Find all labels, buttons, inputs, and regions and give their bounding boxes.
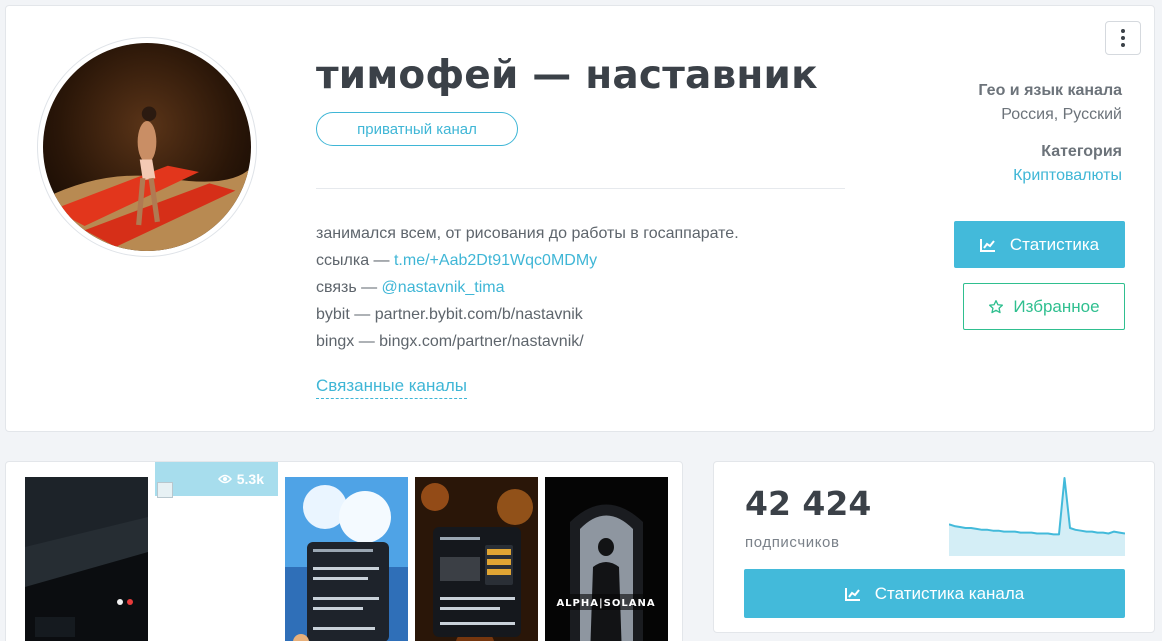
views-count: 5.3k [236, 471, 264, 487]
views-counter: 5.3k [155, 462, 278, 496]
subscribers-sparkline [949, 477, 1125, 556]
line-chart-icon [844, 587, 860, 601]
line-chart-icon [979, 238, 995, 252]
vertical-dots-icon [1121, 29, 1125, 47]
image-placeholder-icon [157, 482, 173, 498]
subscribers-card: 42 424 подписчиков Статистика канала [713, 461, 1155, 633]
channel-description: занимался всем, от рисования до работы в… [316, 220, 739, 355]
channel-meta: Гео и язык канала Россия, Русский Катего… [822, 82, 1122, 185]
description-line: ссылка — t.me/+Aab2Dt91Wqc0MDMy [316, 247, 739, 274]
favorite-button[interactable]: Избранное [963, 283, 1125, 330]
channel-title: тимофей — наставник [316, 53, 818, 98]
description-line: bybit — partner.bybit.com/b/nastavnik [316, 306, 583, 323]
star-outline-icon [989, 299, 1004, 313]
post-thumbnail[interactable] [415, 477, 538, 641]
channel-card: тимофей — наставник приватный канал зани… [5, 5, 1155, 432]
recent-posts-card: 5.3k ALPHA|SOLANA [5, 461, 683, 641]
favorite-button-label: Избранное [1013, 296, 1100, 316]
geo-label: Гео и язык канала [978, 82, 1122, 99]
more-menu-button[interactable] [1105, 21, 1141, 55]
eye-icon [217, 474, 232, 484]
geo-value: Россия, Русский [1001, 106, 1122, 123]
contact-prefix: связь — [316, 279, 382, 296]
contact-link[interactable]: @nastavnik_tima [382, 279, 505, 296]
description-line: связь — @nastavnik_tima [316, 274, 739, 301]
description-line: занимался всем, от рисования до работы в… [316, 225, 739, 242]
sparkline-line [949, 477, 1125, 536]
svg-text:ALPHA|SOLANA: ALPHA|SOLANA [556, 598, 655, 609]
avatar-image [43, 43, 251, 251]
subscribers-count: 42 424 [745, 484, 872, 523]
post-thumbnail[interactable] [25, 477, 148, 641]
category-label: Категория [1041, 143, 1122, 160]
category-link[interactable]: Криптовалюты [822, 167, 1122, 185]
post-thumbnail[interactable] [285, 477, 408, 641]
channel-avatar [37, 37, 257, 257]
link-prefix: ссылка — [316, 252, 394, 269]
channel-statistics-button-label: Статистика канала [874, 583, 1025, 603]
subscribers-label: подписчиков [745, 534, 840, 551]
post-thumbnail[interactable]: ALPHA|SOLANA [545, 477, 668, 641]
statistics-button[interactable]: Статистика [954, 221, 1125, 268]
related-channels-link[interactable]: Связанные каналы [316, 376, 467, 399]
sparkline-area [949, 478, 1125, 556]
divider [316, 188, 845, 189]
channel-statistics-button[interactable]: Статистика канала [744, 569, 1125, 618]
statistics-button-label: Статистика [1009, 234, 1100, 254]
invite-link[interactable]: t.me/+Aab2Dt91Wqc0MDMy [394, 252, 597, 269]
description-line: bingx — bingx.com/partner/nastavnik/ [316, 333, 584, 350]
private-channel-badge: приватный канал [316, 112, 518, 146]
